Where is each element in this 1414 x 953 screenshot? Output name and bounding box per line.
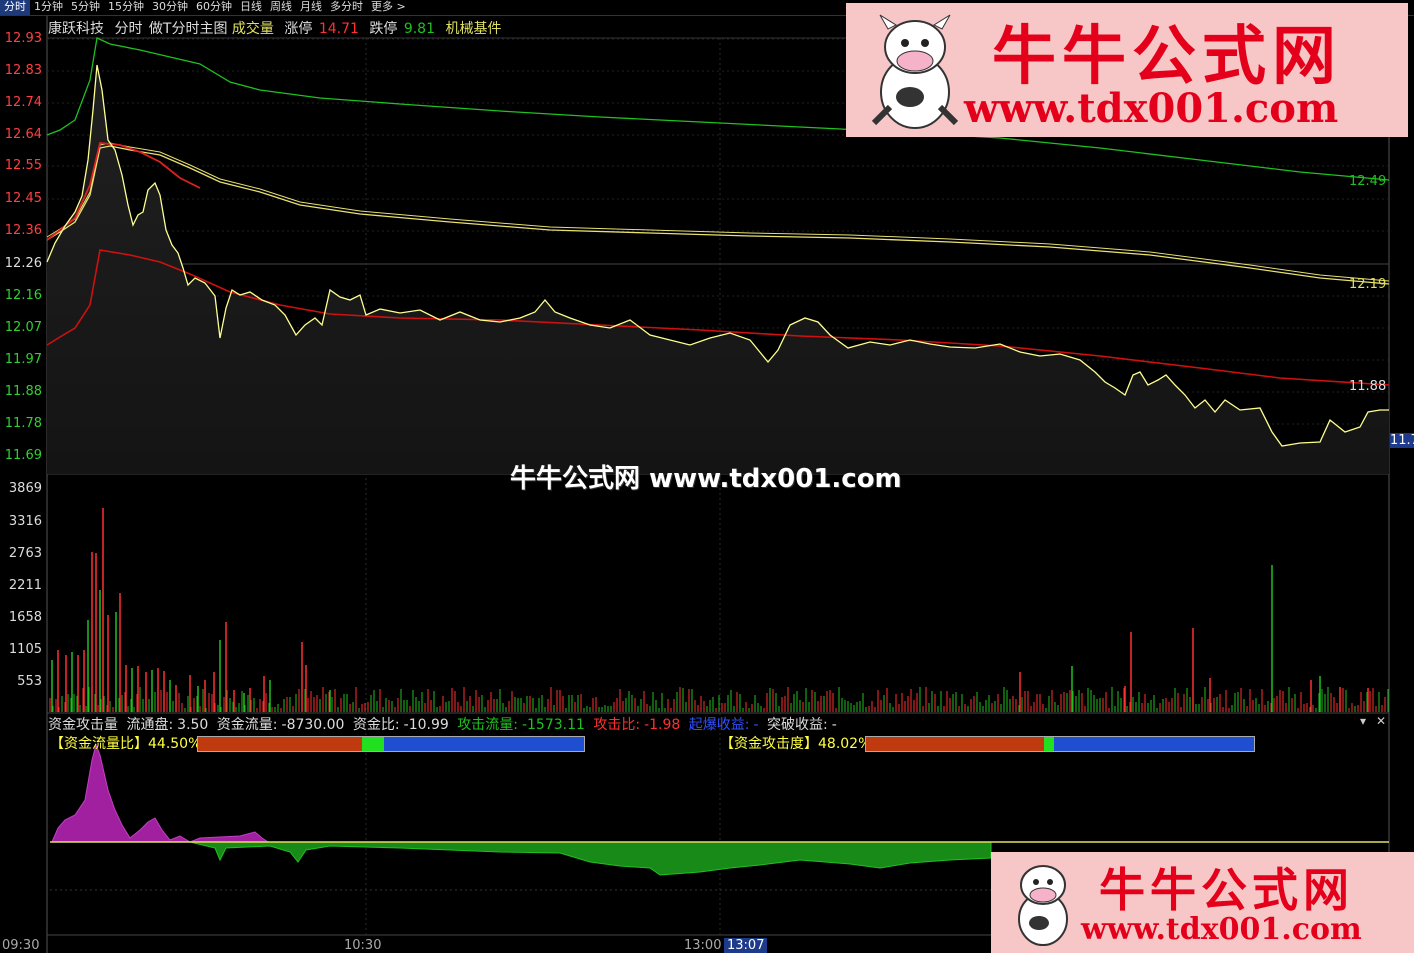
attack-degree-bar	[865, 736, 1255, 752]
volume-tick-5: 1105	[8, 642, 42, 657]
price-tick-4: 12.55	[4, 158, 42, 173]
attack-degree-buy-segment	[866, 737, 1044, 751]
price-tick-13: 11.69	[4, 448, 42, 463]
start-gain-value: -	[753, 717, 759, 733]
time-label-1030: 10:30	[344, 938, 382, 953]
attack-flow-value: -1573.11	[521, 717, 585, 733]
price-tick-11: 11.88	[4, 384, 42, 399]
ad-url-top: www.tdx001.com	[964, 85, 1339, 132]
collapse-icon[interactable]: ▾	[1360, 714, 1366, 728]
ad-banner-top[interactable]: 牛牛公式网 www.tdx001.com	[846, 3, 1408, 137]
red-line-label: 11.88	[1349, 379, 1387, 394]
flow-ratio-mid-segment	[362, 737, 384, 751]
price-tick-6: 12.36	[4, 223, 42, 238]
time-label-1300: 13:00	[684, 938, 722, 953]
break-gain-value: -	[831, 717, 837, 733]
flow-label: 资金流量:	[216, 717, 278, 733]
flow-ratio-label: 【资金流量比】	[50, 736, 148, 752]
volume-tick-2: 2763	[8, 546, 42, 561]
price-tick-2: 12.74	[4, 95, 42, 110]
start-gain-label: 起爆收益:	[688, 717, 750, 733]
close-icon[interactable]: ✕	[1376, 714, 1386, 728]
ad-brand-bottom: 牛牛公式网	[1099, 863, 1354, 917]
ratio-label: 资金比:	[352, 717, 400, 733]
price-tick-10: 11.97	[4, 352, 42, 367]
volume-tick-3: 2211	[8, 578, 42, 593]
attack-ratio-label: 攻击比:	[593, 717, 641, 733]
yellow-line-label: 12.19	[1349, 277, 1387, 292]
break-gain-label: 突破收益:	[767, 717, 828, 733]
volume-tick-0: 3869	[8, 481, 42, 496]
center-watermark: 牛牛公式网 www.tdx001.com	[510, 464, 902, 494]
current-price-tag: 11.7	[1390, 433, 1414, 448]
flow-ratio-value: 44.50	[148, 736, 189, 752]
price-tick-8: 12.16	[4, 288, 42, 303]
price-tick-0: 12.93	[4, 31, 42, 46]
float-label: 流通盘:	[126, 717, 174, 733]
attack-ratio-text: 【资金攻击度】48.02%买	[720, 733, 885, 753]
ad-banner-bottom[interactable]: 牛牛公式网 www.tdx001.com	[991, 852, 1414, 953]
ad-brand-top: 牛牛公式网	[992, 20, 1342, 94]
ad-url-bottom: www.tdx001.com	[1081, 912, 1362, 947]
attack-degree-mid-segment	[1044, 737, 1054, 751]
flow-ratio-sell-segment	[384, 737, 584, 751]
volume-tick-4: 1658	[8, 610, 42, 625]
price-tick-5: 12.45	[4, 191, 42, 206]
ratio-value: -10.99	[403, 717, 449, 733]
volume-tick-1: 3316	[8, 514, 42, 529]
indicator-header: 资金攻击量 流通盘: 3.50 资金流量: -8730.00 资金比: -10.99 …	[48, 714, 841, 734]
flow-value: -8730.00	[281, 717, 345, 733]
attack-degree-label: 【资金攻击度】	[720, 736, 818, 752]
price-tick-7: 12.26	[4, 256, 42, 271]
price-tick-3: 12.64	[4, 127, 42, 142]
cow-mascot-icon	[871, 14, 959, 129]
flow-ratio-text: 【资金流量比】44.50%买	[50, 733, 215, 753]
volume-tick-6: 553	[17, 674, 42, 689]
time-label-open: 09:30	[2, 938, 40, 953]
cursor-time-tag: 13:07	[724, 938, 768, 953]
price-tick-12: 11.78	[4, 416, 42, 431]
indicator-title[interactable]: 资金攻击量	[48, 717, 118, 733]
volume-bars	[49, 508, 1389, 712]
price-tick-1: 12.83	[4, 63, 42, 78]
attack-flow-label: 攻击流量:	[457, 717, 518, 733]
flow-ratio-bar	[197, 736, 585, 752]
price-tick-9: 12.07	[4, 320, 42, 335]
flow-ratio-buy-segment	[198, 737, 362, 751]
float-value: 3.50	[177, 717, 209, 733]
green-line-label: 12.49	[1349, 174, 1387, 189]
attack-ratio-value: -1.98	[644, 717, 681, 733]
attack-degree-value: 48.02	[818, 736, 859, 752]
cow-mascot-icon	[1018, 865, 1068, 946]
attack-degree-sell-segment	[1054, 737, 1254, 751]
